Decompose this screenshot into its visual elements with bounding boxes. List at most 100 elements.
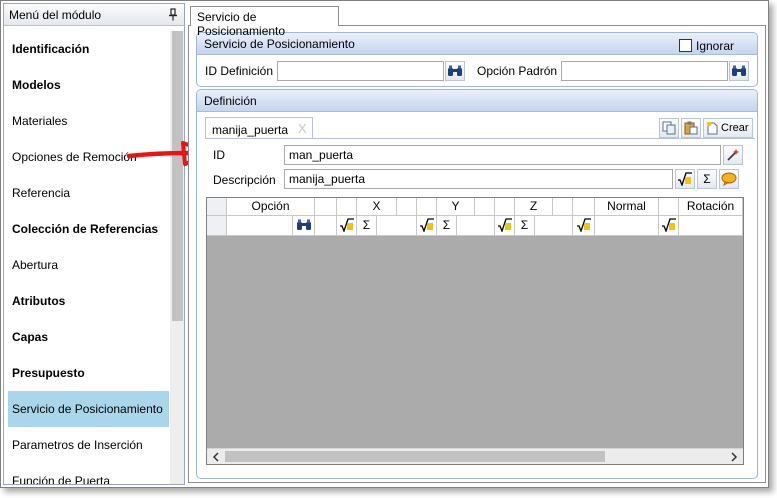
- close-tab-icon[interactable]: X: [298, 121, 307, 136]
- binoculars-icon: [732, 65, 746, 76]
- description-formula-button[interactable]: [675, 169, 695, 189]
- column-header-z[interactable]: Z: [515, 198, 553, 216]
- empty-cell: [315, 216, 337, 236]
- menu-item-capas[interactable]: Capas: [8, 319, 169, 355]
- menu-item-materiales[interactable]: Materiales: [8, 103, 169, 139]
- formula-icon: [576, 218, 591, 233]
- create-label: Crear: [721, 122, 749, 134]
- menu-item-atributos[interactable]: Atributos: [8, 283, 169, 319]
- empty-cell: [377, 216, 417, 236]
- x-formula-button[interactable]: [337, 216, 357, 236]
- id-tool-button[interactable]: [723, 145, 743, 165]
- tab-servicio-posicionamiento[interactable]: Servicio de Posicionamiento: [190, 6, 339, 38]
- menu-item-presupuesto[interactable]: Presupuesto: [8, 355, 169, 391]
- ignore-checkbox[interactable]: [679, 39, 692, 52]
- empty-cell: [679, 216, 743, 236]
- y-formula-button[interactable]: [417, 216, 437, 236]
- column-header-rotacion[interactable]: Rotación: [679, 198, 743, 216]
- column-header-gap: [553, 198, 573, 216]
- row-header-corner: [207, 198, 227, 216]
- magic-wand-icon: [727, 149, 739, 161]
- menu-item-identificacion[interactable]: Identificación: [8, 31, 169, 67]
- column-header-gap: [417, 198, 437, 216]
- column-header-opcion[interactable]: Opción: [227, 198, 315, 216]
- formula-icon: [497, 218, 512, 233]
- x-sum-button[interactable]: Σ: [357, 216, 377, 236]
- column-header-gap: [573, 198, 595, 216]
- rotation-formula-button[interactable]: [659, 216, 679, 236]
- sigma-icon: Σ: [362, 218, 371, 232]
- paste-button[interactable]: [681, 118, 701, 138]
- menu-item-modelos[interactable]: Modelos: [8, 67, 169, 103]
- empty-cell: [595, 216, 659, 236]
- menu-item-servicio-posicionamiento[interactable]: Servicio de Posicionamiento: [8, 391, 169, 427]
- z-formula-button[interactable]: [495, 216, 515, 236]
- paste-icon: [684, 121, 698, 135]
- search-id-definition-button[interactable]: [445, 61, 465, 81]
- empty-cell: [457, 216, 495, 236]
- id-definition-label: ID Definición: [205, 64, 274, 78]
- opcion-search-button[interactable]: [293, 216, 315, 236]
- menu-item-funcion-puerta[interactable]: Función de Puerta: [8, 463, 169, 484]
- tab-label: manija_puerta: [212, 123, 289, 137]
- create-button[interactable]: Crear: [703, 118, 753, 138]
- search-default-option-button[interactable]: [729, 61, 749, 81]
- formula-icon: [339, 218, 354, 233]
- grid-scroll-thumb[interactable]: [225, 451, 605, 462]
- description-comment-button[interactable]: [719, 169, 739, 189]
- definition-header: Definición: [197, 90, 757, 112]
- tab-manija-puerta[interactable]: manija_puerta X: [205, 117, 313, 139]
- scroll-left-icon[interactable]: [210, 450, 222, 464]
- formula-icon: [678, 172, 692, 186]
- positioning-service-group: Servicio de Posicionamiento Ignorar ID D…: [196, 32, 758, 87]
- column-header-gap: [337, 198, 357, 216]
- z-sum-button[interactable]: Σ: [515, 216, 535, 236]
- grid-header: Opción X Y Z Normal Rotación Σ Σ Σ: [207, 198, 743, 236]
- column-header-x[interactable]: X: [357, 198, 397, 216]
- tab-label: Servicio de Posicionamiento: [197, 10, 286, 38]
- description-input[interactable]: [284, 169, 673, 189]
- copy-button[interactable]: [659, 118, 679, 138]
- ignore-label: Ignorar: [696, 39, 735, 53]
- scroll-right-icon[interactable]: [728, 450, 740, 464]
- menu-item-coleccion-referencias[interactable]: Colección de Referencias: [8, 211, 169, 247]
- positions-grid: Opción X Y Z Normal Rotación Σ Σ Σ: [206, 197, 744, 465]
- sigma-icon: Σ: [703, 172, 711, 186]
- pin-icon[interactable]: [168, 8, 178, 21]
- module-menu-title: Menú del módulo: [9, 8, 102, 22]
- y-sum-button[interactable]: Σ: [437, 216, 457, 236]
- id-label: ID: [213, 148, 225, 162]
- group-title: Servicio de Posicionamiento: [204, 37, 355, 51]
- binoculars-icon: [448, 65, 462, 76]
- binoculars-icon: [296, 219, 311, 230]
- menu-item-abertura[interactable]: Abertura: [8, 247, 169, 283]
- module-menu-scrollbar[interactable]: [170, 31, 184, 484]
- column-header-normal[interactable]: Normal: [595, 198, 659, 216]
- normal-formula-button[interactable]: [573, 216, 595, 236]
- opcion-filter-cell[interactable]: [227, 216, 293, 236]
- menu-item-parametros-insercion[interactable]: Parametros de Inserción: [8, 427, 169, 463]
- new-document-icon: [706, 121, 718, 135]
- document-area: Servicio de Posicionamiento Ignorar ID D…: [188, 25, 766, 483]
- default-option-input[interactable]: [561, 61, 728, 81]
- row-header-toolbar: [207, 216, 227, 236]
- copy-icon: [662, 121, 676, 135]
- module-menu-panel: Menú del módulo Identificación Modelos M…: [3, 3, 185, 485]
- column-header-gap: [475, 198, 495, 216]
- module-menu-scroll-thumb[interactable]: [172, 31, 183, 321]
- grid-horizontal-scrollbar[interactable]: [207, 448, 743, 464]
- column-header-gap: [495, 198, 515, 216]
- formula-icon: [419, 218, 434, 233]
- id-input[interactable]: [284, 145, 721, 165]
- menu-item-referencia[interactable]: Referencia: [8, 175, 169, 211]
- id-definition-input[interactable]: [277, 61, 444, 81]
- module-menu-header: Menú del módulo: [4, 4, 184, 26]
- sigma-icon: Σ: [520, 218, 529, 232]
- sigma-icon: Σ: [442, 218, 451, 232]
- module-menu-list: Identificación Modelos Materiales Opcion…: [8, 31, 169, 484]
- description-sum-button[interactable]: Σ: [697, 169, 717, 189]
- column-header-y[interactable]: Y: [437, 198, 475, 216]
- definition-group: Definición manija_puerta X Crear ID man_…: [196, 89, 758, 479]
- description-label: Descripción: [213, 173, 276, 187]
- empty-cell: [535, 216, 573, 236]
